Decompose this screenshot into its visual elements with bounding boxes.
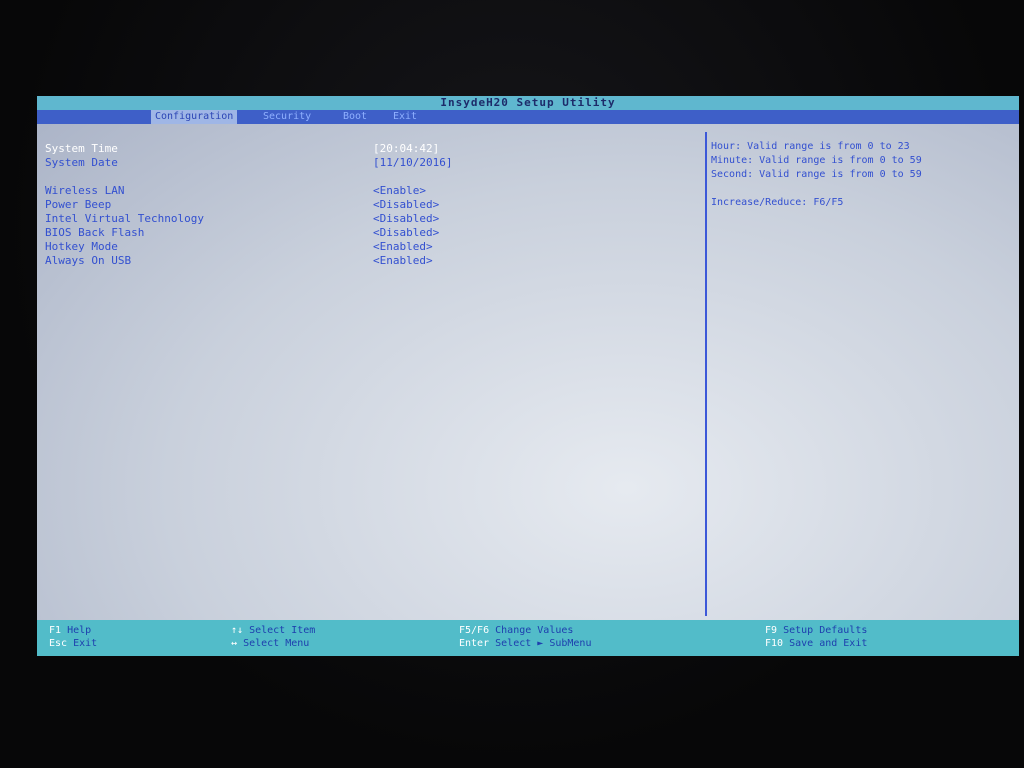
arrow-left-right-icon: ↔ xyxy=(231,638,238,649)
legend-submenu-label: Select ► SubMenu xyxy=(495,638,592,649)
key-f5-f6: F5/F6 xyxy=(459,625,490,636)
legend-select-item: ↑↓ Select Item xyxy=(231,624,315,637)
key-enter: Enter xyxy=(459,638,490,649)
legend-help: F1 Help xyxy=(49,624,91,637)
always-on-usb-value[interactable]: <Enabled> xyxy=(373,254,433,268)
legend-save-exit: F10 Save and Exit xyxy=(765,637,867,650)
legend-select-menu: ↔ Select Menu xyxy=(231,637,309,650)
tab-configuration[interactable]: Configuration xyxy=(151,110,238,124)
setting-label: Always On USB xyxy=(45,254,132,267)
setting-label: Hotkey Mode xyxy=(45,240,118,253)
setting-label: System Date xyxy=(45,156,118,169)
bios-screen: InsydeH20 Setup Utility Configuration Se… xyxy=(37,96,1019,656)
legend-select-item-label: Select Item xyxy=(249,625,316,636)
system-date-value[interactable]: [11/10/2016] xyxy=(373,156,452,170)
setting-label: System Time xyxy=(45,142,118,155)
tab-boot[interactable]: Boot xyxy=(339,110,371,124)
legend-submenu: Enter Select ► SubMenu xyxy=(459,637,591,650)
legend-exit-label: Exit xyxy=(73,638,98,649)
help-panel: Hour: Valid range is from 0 to 23 Minute… xyxy=(711,140,1017,210)
key-f1: F1 xyxy=(49,625,62,636)
menu-bar: Configuration Security Boot Exit xyxy=(37,110,1019,124)
help-line-minute: Minute: Valid range is from 0 to 59 xyxy=(711,155,922,166)
settings-panel: System Time [20:04:42] System Date [11/1… xyxy=(41,132,705,616)
legend-help-label: Help xyxy=(67,625,92,636)
arrow-up-down-icon: ↑↓ xyxy=(231,625,244,636)
panel-divider xyxy=(705,132,707,616)
window-title: InsydeH20 Setup Utility xyxy=(37,96,1019,110)
bios-back-flash-value[interactable]: <Disabled> xyxy=(373,226,439,240)
help-line-second: Second: Valid range is from 0 to 59 xyxy=(711,169,922,180)
legend-select-menu-label: Select Menu xyxy=(243,638,310,649)
wireless-lan-value[interactable]: <Enable> xyxy=(373,184,426,198)
key-f9: F9 xyxy=(765,625,778,636)
legend-save-exit-label: Save and Exit xyxy=(789,638,868,649)
key-esc: Esc xyxy=(49,638,68,649)
setting-label: Power Beep xyxy=(45,198,112,211)
help-spacer xyxy=(711,182,1017,196)
system-time-value[interactable]: [20:04:42] xyxy=(373,142,439,156)
help-line-hour: Hour: Valid range is from 0 to 23 xyxy=(711,141,910,152)
legend-change-values: F5/F6 Change Values xyxy=(459,624,573,637)
help-hint: Increase/Reduce: F6/F5 xyxy=(711,197,844,208)
key-legend-bar: F1 Help Esc Exit ↑↓ Select Item ↔ Select… xyxy=(37,620,1019,656)
legend-setup-defaults-label: Setup Defaults xyxy=(783,625,868,636)
setting-label: Wireless LAN xyxy=(45,184,125,197)
legend-setup-defaults: F9 Setup Defaults xyxy=(765,624,867,637)
legend-change-values-label: Change Values xyxy=(495,625,574,636)
tab-security[interactable]: Security xyxy=(259,110,315,124)
key-f10: F10 xyxy=(765,638,784,649)
setting-label: BIOS Back Flash xyxy=(45,226,145,239)
intel-vt-value[interactable]: <Disabled> xyxy=(373,212,439,226)
legend-exit: Esc Exit xyxy=(49,637,97,650)
setting-label: Intel Virtual Technology xyxy=(45,212,204,225)
power-beep-value[interactable]: <Disabled> xyxy=(373,198,439,212)
tab-exit[interactable]: Exit xyxy=(389,110,421,124)
hotkey-mode-value[interactable]: <Enabled> xyxy=(373,240,433,254)
